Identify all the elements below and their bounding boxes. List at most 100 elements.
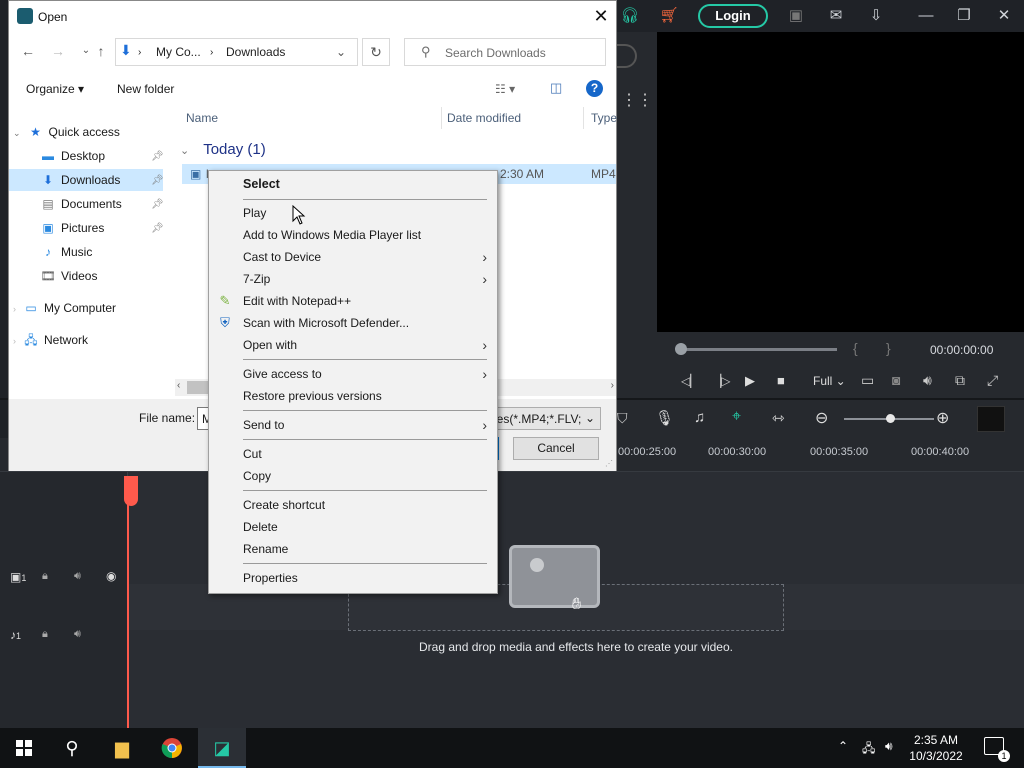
cancel-button[interactable]: Cancel bbox=[513, 437, 599, 460]
dialog-close-button[interactable]: ✕ bbox=[586, 1, 616, 31]
search-icon[interactable]: ⚲ bbox=[48, 728, 96, 768]
nav-desktop[interactable]: ▬ Desktop bbox=[39, 145, 163, 167]
cart-icon[interactable]: 🛒︎ bbox=[659, 6, 679, 26]
menu-item-give-access[interactable]: Give access to › bbox=[209, 363, 497, 385]
headset-icon[interactable]: 🎧︎ bbox=[620, 6, 640, 26]
fit-icon[interactable]: ⇿ bbox=[772, 409, 785, 427]
nav-network[interactable]: › 🖧︎ Network bbox=[13, 329, 163, 351]
mute-icon[interactable]: 🔊︎ bbox=[74, 628, 81, 641]
breadcrumb-item[interactable]: Downloads bbox=[226, 45, 285, 59]
organize-button[interactable]: Organize ▾ bbox=[26, 82, 84, 96]
pin-icon[interactable]: 📌︎ bbox=[151, 151, 164, 162]
menu-item-play[interactable]: Play bbox=[209, 202, 497, 224]
minimize-icon[interactable]: — bbox=[916, 6, 936, 26]
export-pill[interactable] bbox=[617, 44, 637, 68]
refresh-button[interactable]: ↻ bbox=[362, 38, 390, 66]
forward-arrow-icon[interactable]: → bbox=[48, 41, 68, 61]
file-explorer-icon[interactable]: ▆ bbox=[98, 728, 146, 768]
stop-icon[interactable]: ■ bbox=[777, 373, 785, 388]
scroll-right-icon[interactable]: › bbox=[611, 380, 614, 391]
save-icon[interactable]: ▣ bbox=[786, 6, 806, 26]
grid-icon[interactable]: ⋮⋮ bbox=[621, 90, 653, 110]
mail-icon[interactable]: ✉ bbox=[826, 6, 846, 26]
lock-icon[interactable]: 🔒︎ bbox=[42, 628, 48, 641]
mute-icon[interactable]: 🔊︎ bbox=[74, 570, 81, 583]
menu-item-notepad-plus-plus[interactable]: ✎ Edit with Notepad++ bbox=[209, 290, 497, 312]
nav-music[interactable]: ♪ Music bbox=[39, 241, 163, 263]
login-button[interactable]: Login bbox=[698, 4, 768, 28]
start-windows-icon[interactable] bbox=[0, 728, 48, 768]
volume-icon[interactable]: 🔊︎ bbox=[923, 372, 932, 389]
speaker-icon[interactable]: 🔊︎ bbox=[885, 739, 893, 754]
fullscreen-icon[interactable]: ⤢ bbox=[987, 372, 998, 389]
address-bar[interactable]: ⬇ › My Co... › Downloads ⌄ bbox=[115, 38, 358, 66]
menu-item-properties[interactable]: Properties bbox=[209, 567, 497, 589]
menu-item-select[interactable]: Select bbox=[209, 173, 497, 195]
nav-pictures[interactable]: ▣ Pictures bbox=[39, 217, 163, 239]
new-folder-button[interactable]: New folder bbox=[117, 82, 174, 96]
nav-downloads[interactable]: ⬇ Downloads bbox=[9, 169, 163, 191]
column-header-type[interactable]: Type bbox=[591, 111, 617, 125]
music-list-icon[interactable]: ♫ bbox=[694, 409, 705, 426]
step-forward-icon[interactable]: ▕▷ bbox=[712, 374, 730, 388]
menu-item-7zip[interactable]: 7-Zip › bbox=[209, 268, 497, 290]
network-status-icon[interactable]: 🖧︎ bbox=[862, 739, 875, 760]
menu-item-cut[interactable]: Cut bbox=[209, 443, 497, 465]
menu-item-delete[interactable]: Delete bbox=[209, 516, 497, 538]
eye-icon[interactable]: ◉ bbox=[106, 569, 116, 583]
chevron-up-icon[interactable]: ⌃ bbox=[838, 739, 848, 753]
snap-icon[interactable]: ⌖ bbox=[732, 408, 741, 426]
breadcrumb-item[interactable]: My Co... bbox=[156, 45, 201, 59]
restore-icon[interactable]: ❐ bbox=[954, 6, 974, 26]
menu-item-restore-versions[interactable]: Restore previous versions bbox=[209, 385, 497, 407]
menu-item-send-to[interactable]: Send to › bbox=[209, 414, 497, 436]
column-header-date[interactable]: Date modified bbox=[447, 111, 521, 125]
audio-track-row[interactable] bbox=[128, 642, 1024, 728]
menu-item-open-with[interactable]: Open with › bbox=[209, 334, 497, 356]
up-arrow-icon[interactable]: ↑ bbox=[91, 41, 111, 61]
mic-icon[interactable]: 🎙︎ bbox=[655, 409, 674, 427]
nav-videos[interactable]: 🎞︎ Videos bbox=[39, 265, 163, 287]
column-header-name[interactable]: Name bbox=[186, 111, 218, 125]
close-icon[interactable]: ✕ bbox=[994, 6, 1014, 26]
menu-item-add-to-wmp[interactable]: Add to Windows Media Player list bbox=[209, 224, 497, 246]
clock[interactable]: 2:35 AM 10/3/2022 bbox=[906, 732, 966, 764]
chevron-down-icon[interactable]: ⌄ bbox=[336, 45, 346, 59]
layout-toggle[interactable] bbox=[977, 406, 1005, 432]
playhead-handle[interactable] bbox=[124, 476, 138, 506]
zoom-in-icon[interactable]: ⊕ bbox=[936, 408, 949, 428]
mark-out-icon[interactable]: } bbox=[886, 340, 891, 356]
menu-item-cast-to-device[interactable]: Cast to Device › bbox=[209, 246, 497, 268]
menu-item-defender-scan[interactable]: ⛨ Scan with Microsoft Defender... bbox=[209, 312, 497, 334]
playhead[interactable] bbox=[127, 476, 129, 728]
chrome-icon[interactable] bbox=[148, 728, 196, 768]
seek-handle[interactable] bbox=[675, 343, 687, 355]
pin-icon[interactable]: 📌︎ bbox=[151, 199, 164, 210]
group-header[interactable]: ⌄ Today (1) bbox=[180, 141, 266, 158]
scroll-left-icon[interactable]: ‹ bbox=[177, 380, 180, 391]
shield-tool-icon[interactable]: ⛉ bbox=[617, 410, 628, 427]
view-options-icon[interactable]: ☷ ▾ bbox=[495, 82, 515, 96]
lock-icon[interactable]: 🔒︎ bbox=[42, 570, 48, 583]
search-box[interactable]: ⚲ Search Downloads bbox=[404, 38, 606, 66]
nav-quick-access[interactable]: ⌄ ★ Quick access bbox=[13, 121, 163, 143]
zoom-out-icon[interactable]: ⊖ bbox=[815, 408, 828, 428]
display-icon[interactable]: ▭ bbox=[861, 372, 874, 389]
quality-select[interactable]: Full ⌄ bbox=[813, 374, 846, 388]
snapshot-icon[interactable]: ◙ bbox=[892, 372, 900, 388]
zoom-handle[interactable] bbox=[886, 414, 895, 423]
help-icon[interactable]: ? bbox=[586, 80, 603, 97]
seek-bar[interactable] bbox=[679, 348, 837, 351]
play-icon[interactable]: ▶ bbox=[745, 373, 755, 389]
nav-my-computer[interactable]: › ▭ My Computer bbox=[13, 297, 163, 319]
mark-in-icon[interactable]: { bbox=[853, 340, 858, 356]
pin-icon[interactable]: 📌︎ bbox=[151, 175, 164, 186]
back-arrow-icon[interactable]: ← bbox=[18, 41, 38, 61]
preview-pane-icon[interactable]: ◫ bbox=[550, 80, 562, 96]
resize-grip-icon[interactable]: ⋰ bbox=[605, 459, 613, 468]
nav-documents[interactable]: ▤ Documents bbox=[39, 193, 163, 215]
download-icon[interactable]: ⇩ bbox=[866, 6, 886, 26]
menu-item-rename[interactable]: Rename bbox=[209, 538, 497, 560]
crop-icon[interactable]: ⧉ bbox=[955, 372, 965, 389]
menu-item-copy[interactable]: Copy bbox=[209, 465, 497, 487]
